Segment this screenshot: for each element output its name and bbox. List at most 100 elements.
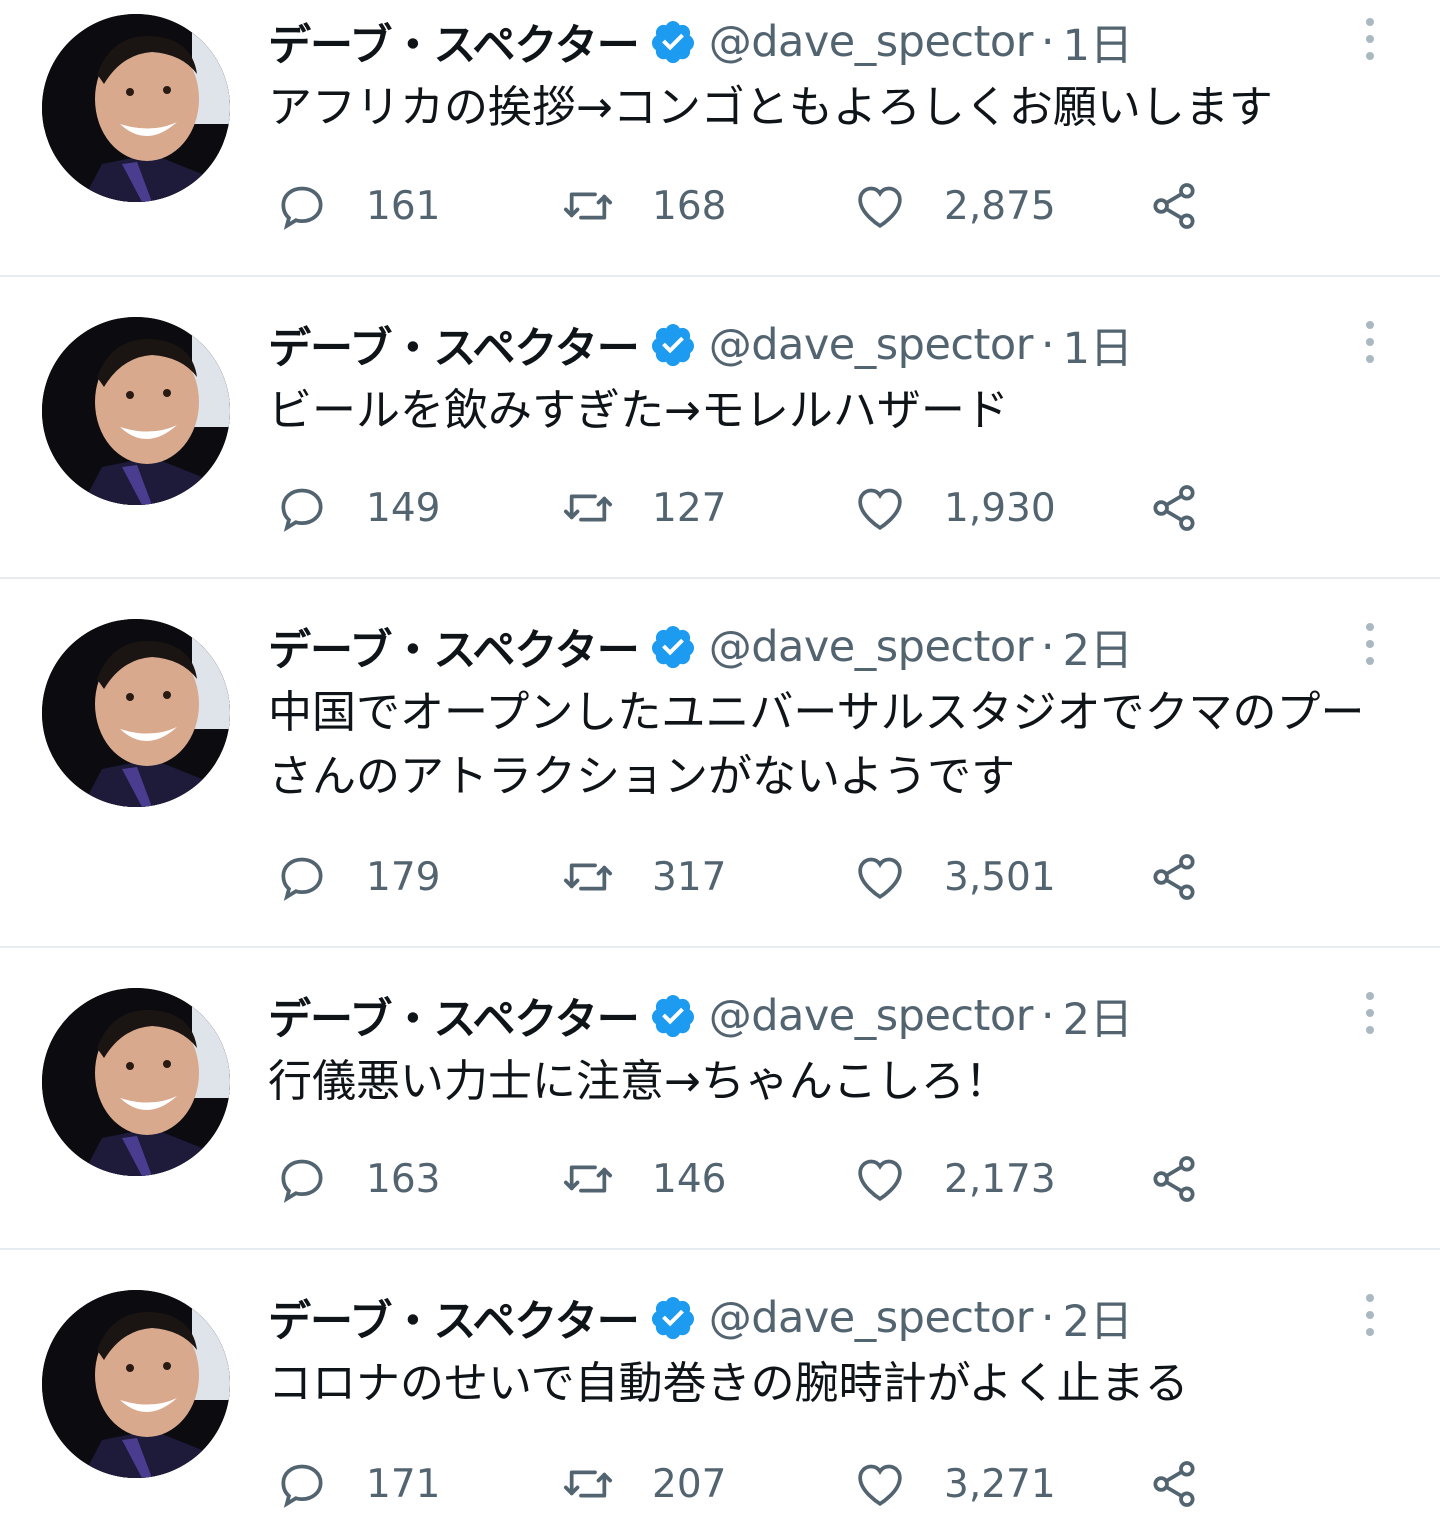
avatar[interactable] <box>42 988 230 1176</box>
reply-icon <box>281 488 323 532</box>
separator: · <box>1040 991 1055 1041</box>
separator: · <box>1040 1293 1055 1343</box>
tweet-header: デーブ・スペクター @dave_spector · 2日 <box>268 616 1133 678</box>
handle[interactable]: @dave_spector <box>709 17 1034 67</box>
verified-badge-icon <box>649 1294 697 1342</box>
reply-icon <box>281 1159 323 1203</box>
avatar[interactable] <box>42 14 230 202</box>
share-icon <box>1153 854 1195 900</box>
tweet-header: デーブ・スペクター @dave_spector · 2日 <box>268 1287 1133 1349</box>
more-vertical-icon[interactable] <box>1358 1292 1382 1338</box>
display-name[interactable]: デーブ・スペクター <box>268 985 640 1047</box>
verified-badge-icon <box>649 321 697 369</box>
reply-count: 149 <box>366 485 441 531</box>
like-button[interactable]: 2,875 <box>852 178 1056 234</box>
display-name[interactable]: デーブ・スペクター <box>268 1287 640 1349</box>
timestamp[interactable]: 1日 <box>1063 11 1133 73</box>
verified-badge-icon <box>649 992 697 1040</box>
timeline: デーブ・スペクター @dave_spector · 1日 アフリカの挨拶→コンゴ… <box>0 0 1440 1538</box>
tweet-text: 中国でオープンしたユニバーサルスタジオでクマのプーさんのアトラクションがないよう… <box>268 687 1365 802</box>
reply-button[interactable]: 171 <box>274 1456 440 1512</box>
tweet[interactable]: デーブ・スペクター @dave_spector · 1日 ビールを飲みすぎた→モ… <box>0 277 1440 579</box>
tweet[interactable]: デーブ・スペクター @dave_spector · 2日 行儀悪い力士に注意→ち… <box>0 948 1440 1250</box>
retweet-button[interactable]: 317 <box>560 849 726 905</box>
tweet[interactable]: デーブ・スペクター @dave_spector · 1日 アフリカの挨拶→コンゴ… <box>0 0 1440 277</box>
retweet-count: 146 <box>652 1156 727 1202</box>
more-vertical-icon[interactable] <box>1358 319 1382 365</box>
share-icon <box>1153 1461 1195 1507</box>
share-button[interactable] <box>1146 849 1202 905</box>
tweet[interactable]: デーブ・スペクター @dave_spector · 2日 中国でオープンしたユニ… <box>0 579 1440 948</box>
retweet-icon <box>563 494 613 522</box>
handle[interactable]: @dave_spector <box>709 1293 1034 1343</box>
share-button[interactable] <box>1146 1151 1202 1207</box>
retweet-icon <box>563 863 613 891</box>
heart-icon <box>858 186 902 229</box>
handle[interactable]: @dave_spector <box>709 991 1034 1041</box>
share-button[interactable] <box>1146 1456 1202 1512</box>
tweet[interactable]: デーブ・スペクター @dave_spector · 2日 コロナのせいで自動巻き… <box>0 1250 1440 1538</box>
timestamp[interactable]: 2日 <box>1063 1287 1133 1349</box>
retweet-count: 168 <box>652 183 727 229</box>
verified-badge-icon <box>649 18 697 66</box>
reply-count: 161 <box>366 183 441 229</box>
timestamp[interactable]: 1日 <box>1063 314 1133 376</box>
tweet-header: デーブ・スペクター @dave_spector · 1日 <box>268 11 1133 73</box>
heart-icon <box>858 488 902 531</box>
like-count: 2,173 <box>944 1156 1056 1202</box>
like-button[interactable]: 3,271 <box>852 1456 1056 1512</box>
timestamp[interactable]: 2日 <box>1063 985 1133 1047</box>
like-button[interactable]: 3,501 <box>852 849 1056 905</box>
like-button[interactable]: 1,930 <box>852 480 1056 536</box>
separator: · <box>1040 320 1055 370</box>
reply-button[interactable]: 163 <box>274 1151 440 1207</box>
retweet-button[interactable]: 127 <box>560 480 726 536</box>
separator: · <box>1040 622 1055 672</box>
avatar[interactable] <box>42 619 230 807</box>
tweet-header: デーブ・スペクター @dave_spector · 1日 <box>268 314 1133 376</box>
retweet-count: 207 <box>652 1461 727 1507</box>
more-vertical-icon[interactable] <box>1358 621 1382 667</box>
display-name[interactable]: デーブ・スペクター <box>268 314 640 376</box>
reply-button[interactable]: 179 <box>274 849 440 905</box>
heart-icon <box>858 1464 902 1507</box>
retweet-count: 317 <box>652 854 727 900</box>
retweet-button[interactable]: 168 <box>560 178 726 234</box>
display-name[interactable]: デーブ・スペクター <box>268 11 640 73</box>
retweet-button[interactable]: 207 <box>560 1456 726 1512</box>
like-count: 3,501 <box>944 854 1056 900</box>
retweet-icon <box>563 192 613 220</box>
like-count: 2,875 <box>944 183 1056 229</box>
like-button[interactable]: 2,173 <box>852 1151 1056 1207</box>
reply-button[interactable]: 161 <box>274 178 440 234</box>
more-vertical-icon[interactable] <box>1358 990 1382 1036</box>
separator: · <box>1040 17 1055 67</box>
retweet-count: 127 <box>652 485 727 531</box>
heart-icon <box>858 1159 902 1202</box>
tweet-text: コロナのせいで自動巻きの腕時計がよく止まる <box>268 1358 1189 1409</box>
share-icon <box>1153 183 1195 229</box>
retweet-button[interactable]: 146 <box>560 1151 726 1207</box>
tweet-header: デーブ・スペクター @dave_spector · 2日 <box>268 985 1133 1047</box>
share-icon <box>1153 485 1195 531</box>
more-vertical-icon[interactable] <box>1358 16 1382 62</box>
avatar[interactable] <box>42 1290 230 1478</box>
tweet-text: アフリカの挨拶→コンゴともよろしくお願いします <box>268 82 1273 133</box>
handle[interactable]: @dave_spector <box>709 622 1034 672</box>
reply-button[interactable]: 149 <box>274 480 440 536</box>
avatar[interactable] <box>42 317 230 505</box>
retweet-icon <box>563 1470 613 1498</box>
share-button[interactable] <box>1146 480 1202 536</box>
reply-count: 179 <box>366 854 441 900</box>
reply-count: 163 <box>366 1156 441 1202</box>
verified-badge-icon <box>649 623 697 671</box>
share-button[interactable] <box>1146 178 1202 234</box>
like-count: 3,271 <box>944 1461 1056 1507</box>
reply-count: 171 <box>366 1461 441 1507</box>
tweet-text: 行儀悪い力士に注意→ちゃんこしろ！ <box>268 1056 1009 1107</box>
like-count: 1,930 <box>944 485 1056 531</box>
display-name[interactable]: デーブ・スペクター <box>268 616 640 678</box>
handle[interactable]: @dave_spector <box>709 320 1034 370</box>
timestamp[interactable]: 2日 <box>1063 616 1133 678</box>
share-icon <box>1153 1156 1195 1202</box>
